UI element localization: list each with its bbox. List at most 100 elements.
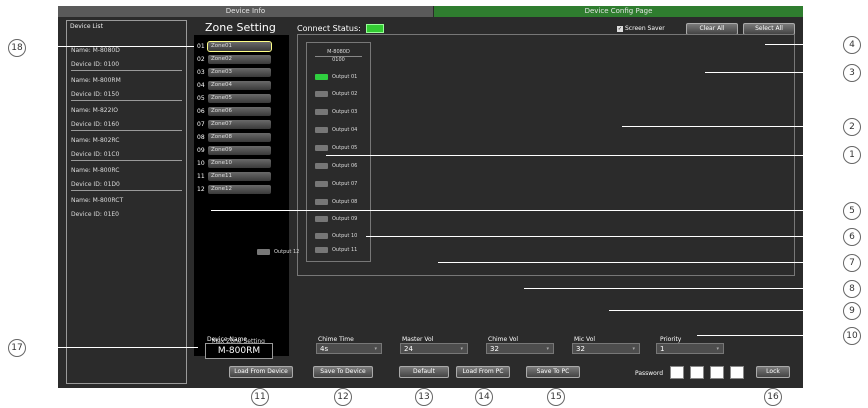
save-to-pc-button[interactable]: Save To PC	[526, 366, 580, 378]
zone-row[interactable]: 03 Zone03	[197, 67, 285, 78]
device-list-panel: Device List Name: M-8080D Device ID: 010…	[66, 20, 187, 384]
device-name-field[interactable]: M-800RM	[205, 343, 273, 359]
output-led[interactable]	[315, 163, 328, 169]
output-led[interactable]	[315, 233, 328, 239]
zone-button[interactable]: Zone09	[208, 146, 271, 155]
zone-row[interactable]: 01 Zone01	[197, 41, 285, 52]
zone-number: 04	[197, 82, 205, 89]
zone-button[interactable]: Zone11	[208, 172, 271, 181]
device-list-item[interactable]: Name: M-8080D Device ID: 0100	[71, 47, 182, 71]
output-led[interactable]	[315, 216, 328, 222]
zone-number: 12	[197, 186, 205, 193]
device-list-item[interactable]: Name: M-802RC Device ID: 01C0	[71, 137, 182, 161]
tab-device-info[interactable]: Device Info	[58, 6, 433, 17]
screen-saver-checkbox[interactable]: ✓ Screen Saver	[617, 25, 665, 32]
zone-button[interactable]: Zone10	[208, 159, 271, 168]
output-led[interactable]	[315, 145, 328, 151]
zone-number: 06	[197, 108, 205, 115]
zone-button[interactable]: Zone04	[208, 81, 271, 90]
callout-4: 4	[843, 36, 861, 54]
output-label: Output 09	[332, 216, 358, 222]
leader-line	[326, 155, 843, 156]
output-led[interactable]	[257, 249, 270, 255]
callout-17: 17	[8, 339, 26, 357]
leader-line	[26, 46, 194, 47]
connect-status-led	[366, 24, 384, 33]
output-label: Output 05	[332, 145, 358, 151]
output-label: Output 11	[332, 247, 358, 253]
zone-row[interactable]: 07 Zone07	[197, 119, 285, 130]
output-led[interactable]	[315, 109, 328, 115]
device-list-item[interactable]: Name: M-800RCT Device ID: 01E0	[71, 197, 182, 218]
password-label: Password	[635, 370, 664, 377]
dropdown-arrow-icon: ▾	[632, 346, 635, 352]
output-led[interactable]	[315, 74, 328, 80]
device-id: Device ID: 01D0	[71, 181, 182, 191]
device-name: Name: M-800RC	[71, 167, 120, 174]
zone-number: 10	[197, 160, 205, 167]
zone-row[interactable]: 08 Zone08	[197, 132, 285, 143]
connect-status-label: Connect Status:	[297, 24, 361, 33]
callout-9: 9	[843, 302, 861, 320]
zone-row[interactable]: 12 Zone12	[197, 184, 285, 195]
output-label: Output 08	[332, 199, 358, 205]
zone-row[interactable]: 05 Zone05	[197, 93, 285, 104]
dropdown-arrow-icon: ▾	[716, 346, 719, 352]
zone-number: 09	[197, 147, 205, 154]
zone-button[interactable]: Zone08	[208, 133, 271, 142]
leader-line	[697, 335, 843, 336]
output-led[interactable]	[315, 181, 328, 187]
output-label: Output 04	[332, 127, 358, 133]
chime-vol-select[interactable]: 32 ▾	[486, 343, 554, 354]
output-label: Output 03	[332, 109, 358, 115]
callout-2: 2	[843, 118, 861, 136]
zone-button[interactable]: Zone06	[208, 107, 271, 116]
zone-row[interactable]: 09 Zone09	[197, 145, 285, 156]
zone-button[interactable]: Zone01	[207, 41, 272, 52]
zone-row[interactable]: 11 Zone11	[197, 171, 285, 182]
device-name-label: Device Name	[207, 336, 248, 343]
output-label: Output 01	[332, 74, 358, 80]
device-list-item[interactable]: Name: M-822IO Device ID: 0160	[71, 107, 182, 131]
output-led[interactable]	[315, 247, 328, 253]
callout-14: 14	[475, 388, 493, 406]
dropdown-arrow-icon: ▾	[460, 346, 463, 352]
priority-select[interactable]: 1 ▾	[656, 343, 724, 354]
password-digit-2[interactable]	[690, 366, 704, 379]
output-label: Output 07	[332, 181, 358, 187]
zone-button[interactable]: Zone12	[208, 185, 271, 194]
device-list-item[interactable]: Name: M-800RM Device ID: 0150	[71, 77, 182, 101]
zone-row[interactable]: 06 Zone06	[197, 106, 285, 117]
output-list: M-8080D 0100 Output 01 Output 02 Output …	[306, 42, 371, 262]
master-vol-select[interactable]: 24 ▾	[400, 343, 468, 354]
zone-button[interactable]: Zone05	[208, 94, 271, 103]
save-to-device-button[interactable]: Save To Device	[313, 366, 373, 378]
zone-row[interactable]: 02 Zone02	[197, 54, 285, 65]
mic-vol-value: 32	[576, 345, 585, 353]
chime-time-select[interactable]: 4s ▾	[316, 343, 382, 354]
load-from-pc-button[interactable]: Load From PC	[456, 366, 510, 378]
load-from-device-button[interactable]: Load From Device	[229, 366, 293, 378]
callout-8: 8	[843, 280, 861, 298]
zone-button[interactable]: Zone03	[208, 68, 271, 77]
callout-6: 6	[843, 228, 861, 246]
zone-button[interactable]: Zone02	[208, 55, 271, 64]
dropdown-arrow-icon: ▾	[374, 346, 377, 352]
mic-vol-select[interactable]: 32 ▾	[572, 343, 640, 354]
device-list-item[interactable]: Name: M-800RC Device ID: 01D0	[71, 167, 182, 191]
tab-device-config[interactable]: Device Config Page	[434, 6, 803, 17]
password-digit-4[interactable]	[730, 366, 744, 379]
output-led[interactable]	[315, 127, 328, 133]
lock-button[interactable]: Lock	[756, 366, 790, 378]
output-led[interactable]	[315, 91, 328, 97]
password-digit-3[interactable]	[710, 366, 724, 379]
chime-time-value: 4s	[320, 345, 329, 353]
zone-row[interactable]: 10 Zone10	[197, 158, 285, 169]
checkbox-icon[interactable]: ✓	[617, 25, 623, 32]
output-led[interactable]	[315, 199, 328, 205]
zone-row[interactable]: 04 Zone04	[197, 80, 285, 91]
chime-vol-label: Chime Vol	[488, 336, 519, 343]
password-digit-1[interactable]	[670, 366, 684, 379]
default-button[interactable]: Default	[399, 366, 449, 378]
zone-button[interactable]: Zone07	[208, 120, 271, 129]
